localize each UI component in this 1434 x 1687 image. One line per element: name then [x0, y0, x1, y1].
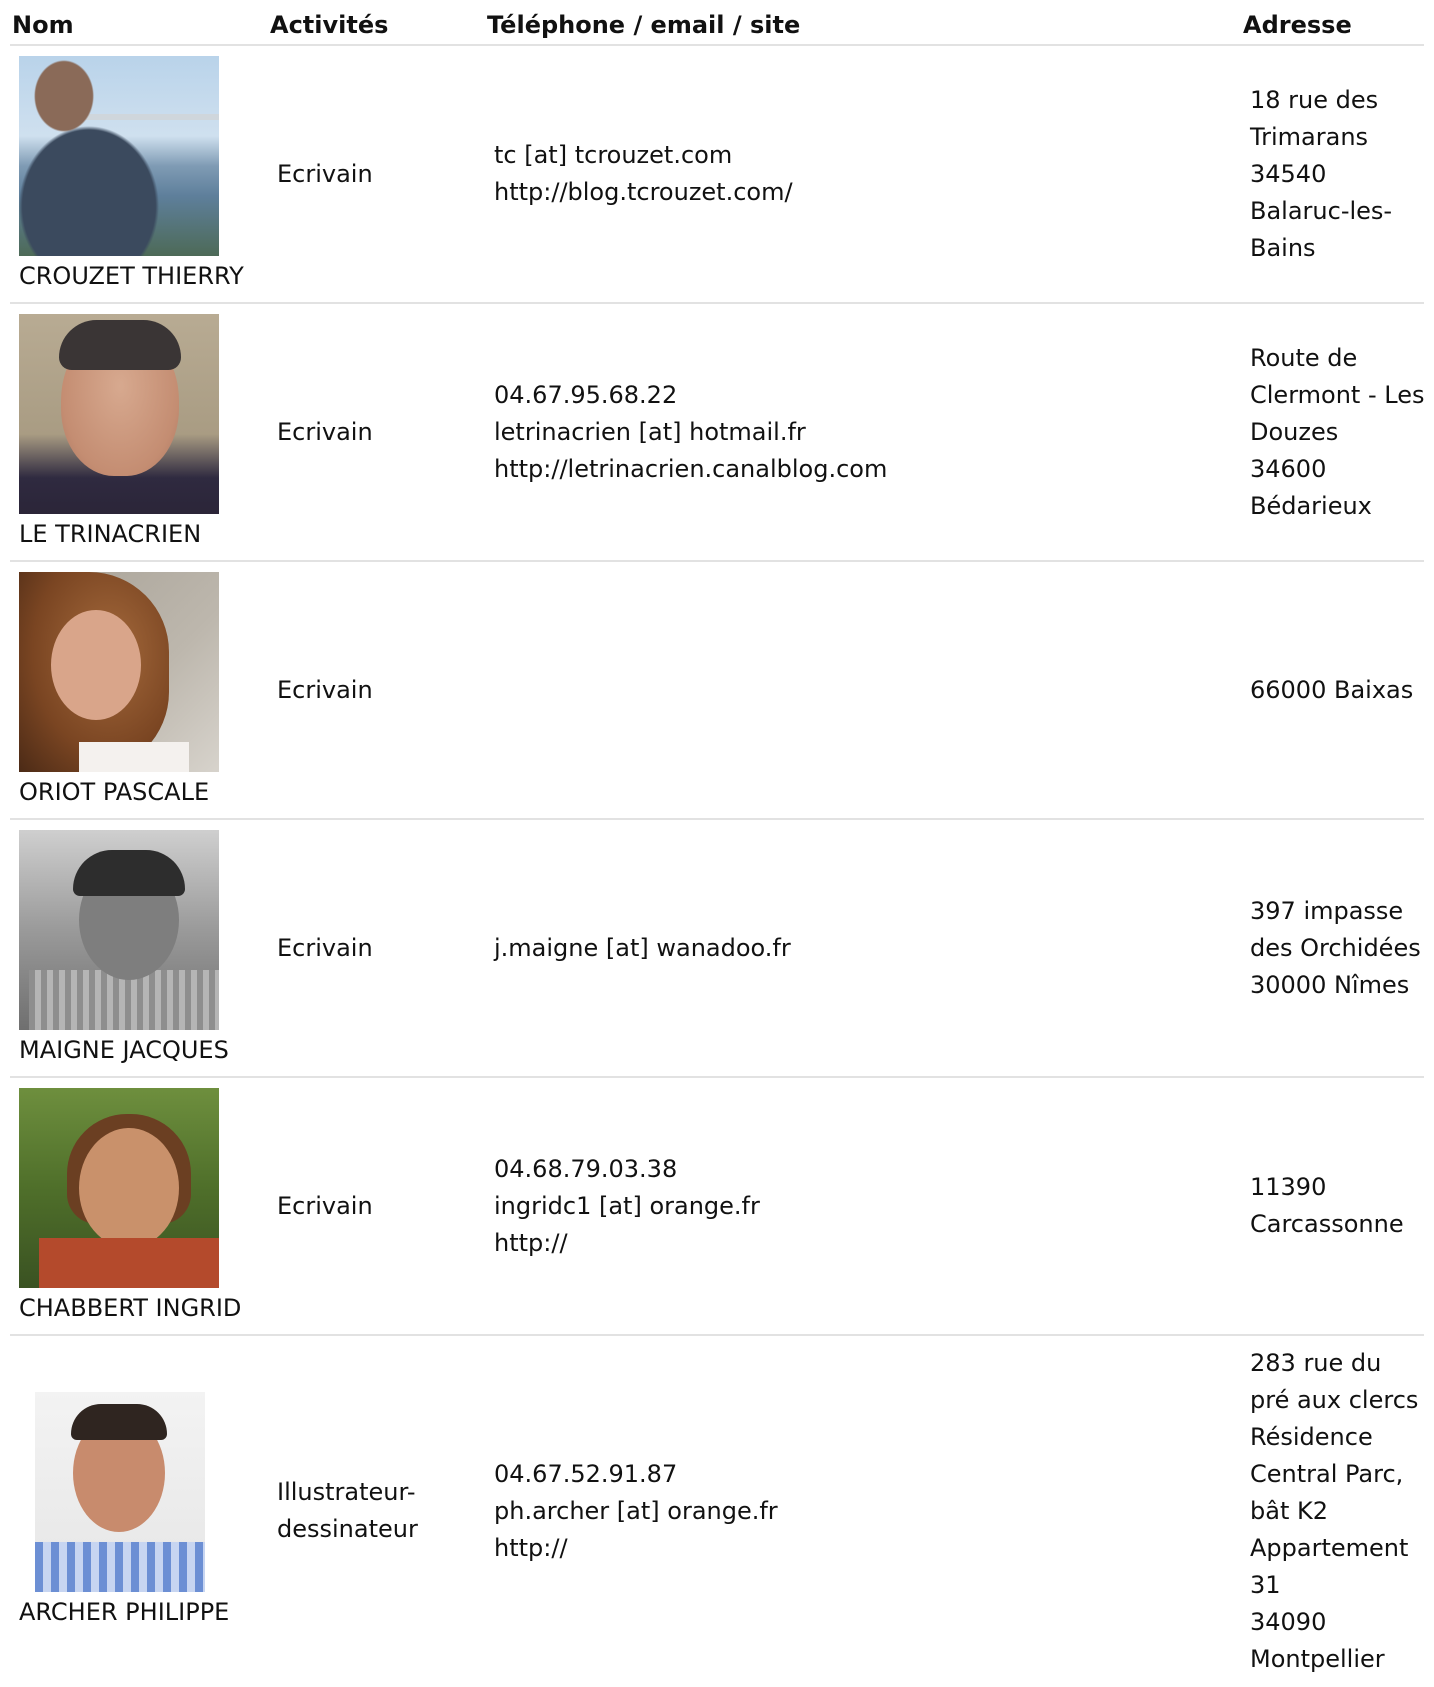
address-line: Montpellier	[1250, 1644, 1385, 1673]
address-line: 397 impasse	[1250, 896, 1404, 925]
address-line: Balaruc-les-	[1250, 196, 1393, 225]
phone-number: 04.67.52.91.87	[494, 1459, 678, 1488]
table-header: Nom Activités Téléphone / email / site A…	[10, 0, 1424, 46]
address-line: Bains	[1250, 233, 1316, 262]
address-line: 66000 Baixas	[1250, 675, 1414, 704]
member-photo[interactable]	[35, 1392, 205, 1592]
address-line: bât K2	[1250, 1496, 1328, 1525]
table-row: CHABBERT INGRID Ecrivain 04.68.79.03.38 …	[10, 1078, 1424, 1336]
address-line: 34540	[1250, 159, 1327, 188]
address-line: Carcassonne	[1250, 1210, 1404, 1238]
name-cell: CROUZET THIERRY	[19, 56, 259, 295]
address-line: 18 rue des	[1250, 85, 1379, 114]
address-line: Central Parc,	[1250, 1459, 1404, 1488]
name-cell: ORIOT PASCALE	[19, 572, 259, 811]
member-name: CROUZET THIERRY	[19, 262, 244, 290]
member-name: MAIGNE JACQUES	[19, 1036, 229, 1064]
contact-cell: 04.67.95.68.22 letrinacrien [at] hotmail…	[494, 304, 1214, 560]
contact-cell: j.maigne [at] wanadoo.fr	[494, 820, 1214, 1076]
name-cell: LE TRINACRIEN	[19, 314, 259, 553]
activity-cell: Illustrateur- dessinateur	[277, 1336, 477, 1686]
address-line: 34600	[1250, 454, 1327, 483]
table-row: ARCHER PHILIPPE Illustrateur- dessinateu…	[10, 1336, 1424, 1686]
member-name: ARCHER PHILIPPE	[19, 1598, 230, 1626]
contact-cell: tc [at] tcrouzet.com http://blog.tcrouze…	[494, 46, 1214, 302]
activity-cell: Ecrivain	[277, 46, 477, 302]
address-line: Bédarieux	[1250, 491, 1372, 520]
address-line: pré aux clercs	[1250, 1385, 1419, 1414]
address-cell: Route de Clermont - Les Douzes 34600 Béd…	[1250, 304, 1430, 560]
activity-cell: Ecrivain	[277, 1078, 477, 1334]
member-photo[interactable]	[19, 572, 219, 772]
email-link[interactable]: tc [at] tcrouzet.com	[494, 137, 1214, 174]
phone-number: 04.68.79.03.38	[494, 1154, 678, 1183]
address-line: 283 rue du	[1250, 1348, 1382, 1377]
email-link[interactable]: letrinacrien [at] hotmail.fr	[494, 414, 1214, 451]
member-name: CHABBERT INGRID	[19, 1294, 242, 1322]
address-line: 31	[1250, 1570, 1281, 1599]
member-photo[interactable]	[19, 1088, 219, 1288]
name-cell: MAIGNE JACQUES	[19, 830, 259, 1069]
activity-line: Ecrivain	[277, 1191, 373, 1220]
email-link[interactable]: j.maigne [at] wanadoo.fr	[494, 930, 1214, 967]
activity-line: Ecrivain	[277, 159, 373, 188]
table-row: ORIOT PASCALE Ecrivain 66000 Baixas	[10, 562, 1424, 820]
table-row: CROUZET THIERRY Ecrivain tc [at] tcrouze…	[10, 46, 1424, 304]
activity-cell: Ecrivain	[277, 820, 477, 1076]
address-line: des Orchidées	[1250, 933, 1421, 962]
website-link[interactable]: http://	[494, 1225, 1214, 1262]
address-line: 30000 Nîmes	[1250, 970, 1410, 999]
address-cell: 397 impasse des Orchidées 30000 Nîmes	[1250, 820, 1430, 1076]
address-line: Clermont - Les	[1250, 380, 1425, 409]
directory-table: Nom Activités Téléphone / email / site A…	[10, 0, 1424, 1686]
header-contact: Téléphone / email / site	[487, 11, 801, 39]
contact-cell	[494, 562, 1214, 818]
activity-line: Ecrivain	[277, 417, 373, 446]
name-cell: ARCHER PHILIPPE	[19, 1346, 259, 1631]
address-line: Route de	[1250, 343, 1358, 372]
address-line: Trimarans	[1250, 122, 1369, 151]
contact-cell: 04.68.79.03.38 ingridc1 [at] orange.fr h…	[494, 1078, 1214, 1334]
phone-number: 04.67.95.68.22	[494, 380, 678, 409]
member-photo[interactable]	[19, 314, 219, 514]
header-adresse: Adresse	[1243, 11, 1352, 39]
activity-line: Illustrateur-	[277, 1478, 416, 1506]
address-line: Appartement	[1250, 1533, 1409, 1562]
email-link[interactable]: ph.archer [at] orange.fr	[494, 1493, 1214, 1530]
activity-line: Ecrivain	[277, 675, 373, 704]
member-photo[interactable]	[19, 830, 219, 1030]
contact-cell: 04.67.52.91.87 ph.archer [at] orange.fr …	[494, 1336, 1214, 1686]
table-row: MAIGNE JACQUES Ecrivain j.maigne [at] wa…	[10, 820, 1424, 1078]
header-nom: Nom	[12, 11, 74, 39]
website-link[interactable]: http://	[494, 1530, 1214, 1567]
address-cell: 66000 Baixas	[1250, 562, 1430, 818]
address-cell: 18 rue des Trimarans 34540 Balaruc-les- …	[1250, 46, 1430, 302]
website-link[interactable]: http://blog.tcrouzet.com/	[494, 174, 1214, 211]
name-cell: CHABBERT INGRID	[19, 1088, 259, 1327]
website-link[interactable]: http://letrinacrien.canalblog.com	[494, 451, 1214, 488]
address-cell: 283 rue du pré aux clercs Résidence Cent…	[1250, 1336, 1430, 1686]
email-link[interactable]: ingridc1 [at] orange.fr	[494, 1188, 1214, 1225]
table-row: LE TRINACRIEN Ecrivain 04.67.95.68.22 le…	[10, 304, 1424, 562]
member-name: ORIOT PASCALE	[19, 778, 210, 806]
address-line: Douzes	[1250, 417, 1339, 446]
activity-line: dessinateur	[277, 1515, 418, 1543]
activity-cell: Ecrivain	[277, 304, 477, 560]
address-line: 34090	[1250, 1607, 1327, 1636]
activity-line: Ecrivain	[277, 933, 373, 962]
header-activites: Activités	[270, 11, 389, 39]
address-line: 11390	[1250, 1173, 1327, 1201]
activity-cell: Ecrivain	[277, 562, 477, 818]
address-cell: 11390 Carcassonne	[1250, 1078, 1430, 1334]
member-photo[interactable]	[19, 56, 219, 256]
address-line: Résidence	[1250, 1422, 1373, 1451]
member-name: LE TRINACRIEN	[19, 520, 202, 548]
